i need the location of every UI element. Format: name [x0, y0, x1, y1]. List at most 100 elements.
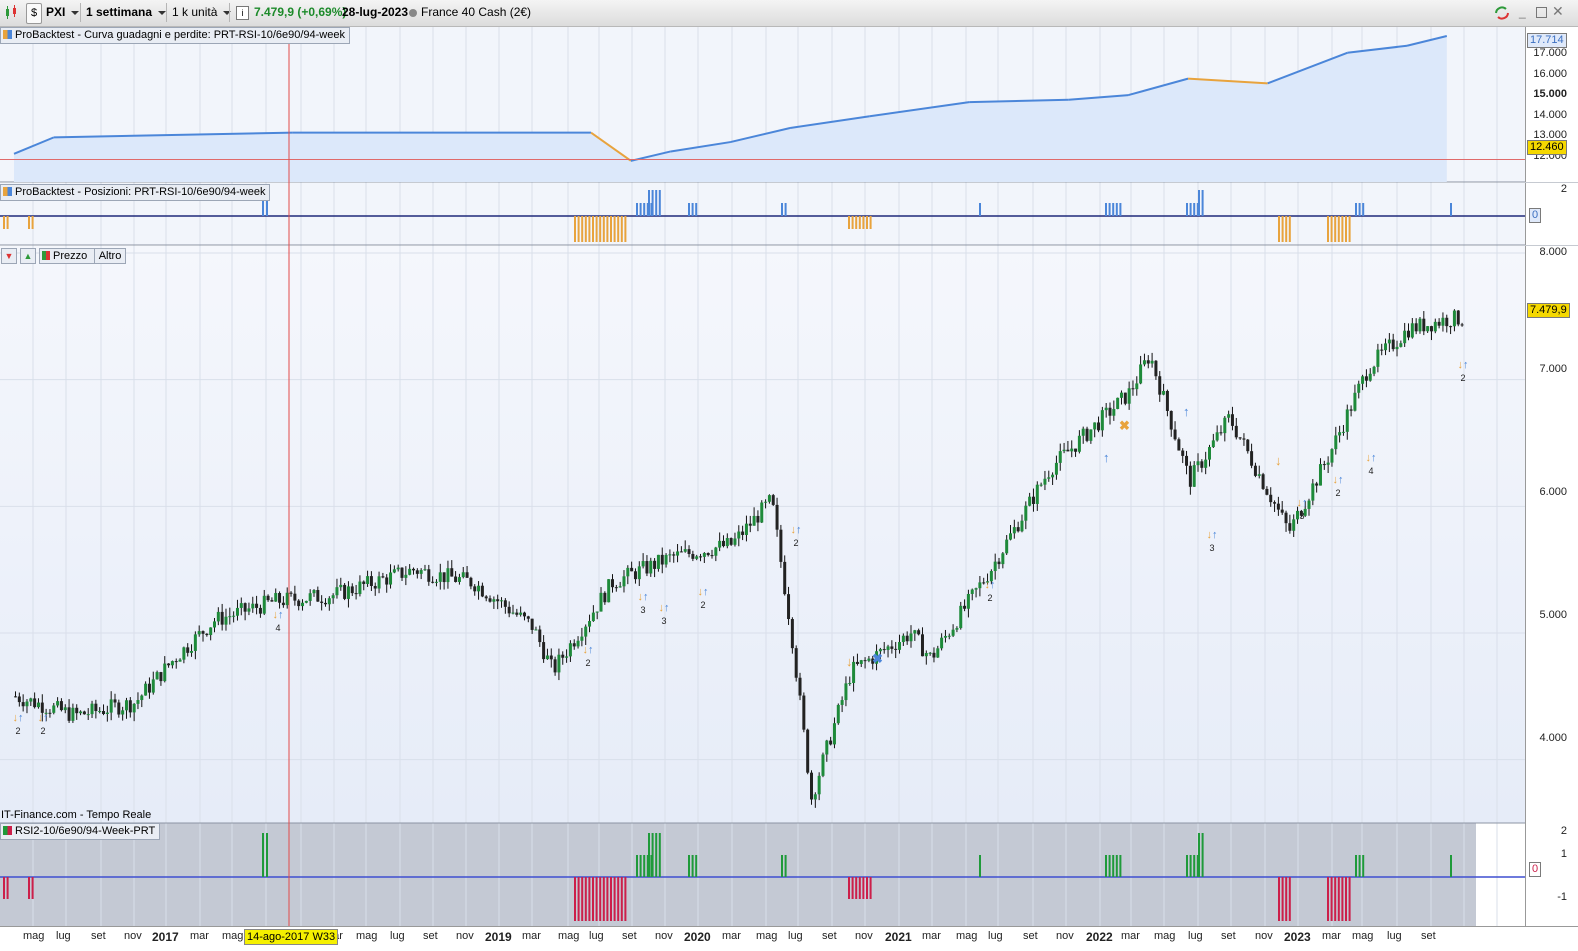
x-axis-label: mar — [722, 930, 741, 942]
equity-panel-label[interactable]: ProBacktest - Curva guadagni e perdite: … — [0, 27, 350, 44]
trade-marker[interactable]: ↓↑ 4 — [1363, 453, 1379, 477]
price-candle — [1123, 392, 1127, 404]
price-candle — [132, 703, 136, 713]
price-candle — [17, 696, 21, 703]
price-candle — [676, 551, 680, 556]
rsi-bar — [1355, 855, 1357, 877]
price-candle — [1223, 417, 1227, 434]
trade-marker[interactable]: ↓↑ 2 — [982, 580, 998, 604]
position-bar — [1278, 216, 1280, 242]
rsi-panel-title: RSI2-10/6e90/94-Week-PRT — [15, 825, 156, 837]
positions-panel-label[interactable]: ProBacktest - Posizioni: PRT-RSI-10/6e90… — [0, 184, 271, 201]
price-candle — [614, 587, 618, 589]
trade-marker[interactable]: ↓↑ 2 — [1330, 475, 1346, 499]
price-candle — [1311, 483, 1315, 501]
rsi-bar — [639, 855, 642, 877]
trade-marker[interactable]: ↓↑ 3 — [656, 603, 672, 627]
price-candle — [534, 629, 538, 631]
price-candle — [515, 612, 519, 615]
collapse-up-button[interactable]: ▲ — [20, 248, 36, 264]
price-candle — [232, 615, 236, 617]
price-candle — [1410, 323, 1414, 338]
trade-count: 2 — [700, 600, 706, 610]
price-candle — [1441, 317, 1445, 326]
rsi-bar — [599, 877, 602, 921]
position-bar — [1189, 203, 1192, 216]
price-candle — [1322, 464, 1326, 466]
position-bar — [1345, 216, 1347, 242]
rsi-bar — [862, 877, 865, 899]
price-candle — [1005, 539, 1009, 554]
price-candle — [1108, 407, 1112, 416]
price-candle — [1265, 488, 1269, 495]
price-candle — [1158, 376, 1162, 395]
price-candle — [584, 626, 588, 637]
x-axis-label: mar — [922, 930, 941, 942]
price-candle — [974, 588, 978, 590]
position-bar — [869, 216, 872, 229]
rsi-tick: -1 — [1557, 891, 1567, 903]
price-candle — [1185, 455, 1189, 466]
price-candle — [52, 705, 56, 713]
trade-marker[interactable]: ↓↑ 2 — [35, 713, 51, 737]
price-candle — [1146, 360, 1150, 364]
price-candle — [320, 601, 324, 603]
equity-y-axis[interactable]: 17.000 16.000 15.000 14.000 13.000 12.00… — [1525, 27, 1578, 182]
price-candle — [913, 630, 917, 634]
price-candle — [836, 704, 840, 724]
price-candle — [274, 593, 278, 602]
rsi-bar — [577, 877, 580, 921]
rsi-bar — [613, 877, 616, 921]
price-candle — [1054, 462, 1058, 475]
equity-tick: 17.000 — [1533, 47, 1567, 59]
price-y-axis[interactable]: 8.000 7.000 6.000 5.000 4.000 — [1525, 246, 1578, 823]
price-candle — [496, 599, 500, 602]
price-candle — [1119, 392, 1123, 398]
price-candle — [1051, 474, 1055, 478]
price-candle — [1422, 318, 1426, 332]
rsi-bar — [592, 877, 594, 921]
trade-marker[interactable]: ↓↑ 3 — [1204, 530, 1220, 554]
trade-marker[interactable]: ↓↑ 2 — [1455, 360, 1471, 384]
position-bar — [695, 203, 698, 216]
price-candle — [124, 700, 128, 711]
trade-marker[interactable]: ↓↑ 4 — [270, 610, 286, 634]
price-candle — [396, 567, 400, 570]
price-candle — [308, 593, 312, 601]
rsi-bar — [266, 833, 268, 877]
trade-marker[interactable]: ↓↑ 3 — [1294, 498, 1310, 522]
price-candle — [178, 659, 182, 662]
price-candle — [1276, 503, 1280, 510]
price-candle — [1234, 425, 1238, 438]
altro-button[interactable]: Altro — [94, 248, 126, 264]
rsi-panel-label[interactable]: RSI2-10/6e90/94-Week-PRT — [0, 823, 161, 840]
rsi-bar — [1348, 877, 1351, 921]
collapse-down-button[interactable]: ▼ — [1, 248, 17, 264]
trade-count: 3 — [640, 605, 646, 615]
price-candle — [1437, 321, 1441, 326]
trade-marker[interactable]: ↓↑ 2 — [788, 525, 804, 549]
price-candle — [1196, 461, 1200, 466]
trade-marker[interactable]: ↓↑ 2 — [695, 587, 711, 611]
trade-marker[interactable]: ↓↑ 2 — [10, 713, 26, 737]
rsi-bar — [1115, 855, 1118, 877]
rsi-bar — [588, 877, 591, 921]
trade-arrow-icon: ↓↑ — [658, 602, 670, 614]
position-bar — [1112, 203, 1115, 216]
trade-marker[interactable]: ↓↑ 2 — [580, 645, 596, 669]
price-candle — [737, 531, 741, 539]
price-candle — [1261, 474, 1265, 489]
position-bar — [784, 203, 787, 216]
rsi-bar — [6, 877, 9, 899]
price-candle — [140, 695, 144, 701]
price-candle — [335, 587, 339, 596]
rsi-bar — [602, 877, 605, 921]
prezzo-button[interactable]: Prezzo — [39, 248, 95, 264]
price-candle — [427, 569, 431, 582]
price-candle — [1395, 346, 1399, 350]
price-candle — [794, 648, 798, 678]
rsi-bar — [1358, 855, 1361, 877]
price-candle — [1142, 360, 1146, 365]
trade-marker[interactable]: ↓↑ 3 — [635, 592, 651, 616]
rsi-bar — [1334, 877, 1337, 921]
